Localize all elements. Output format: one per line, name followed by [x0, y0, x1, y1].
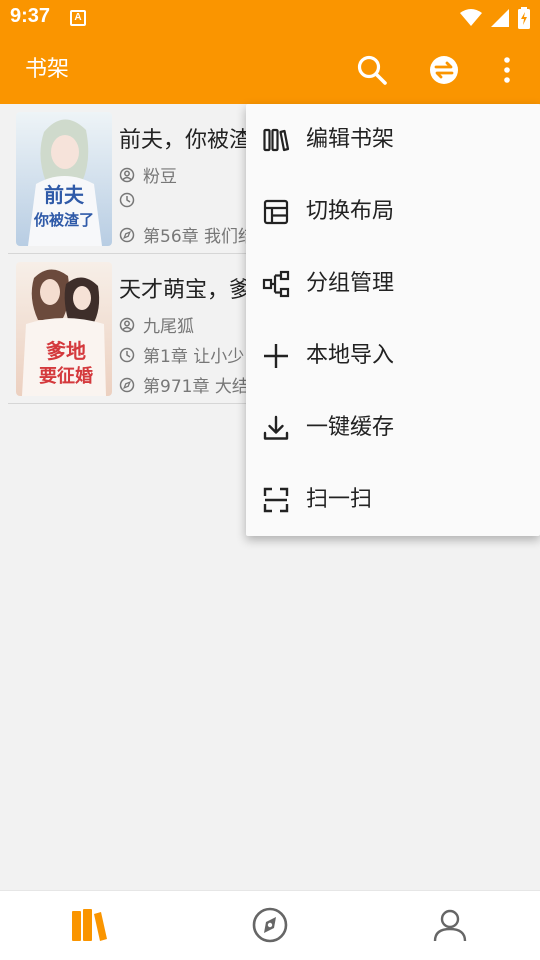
compass-small-icon: [119, 227, 135, 242]
download-icon: [263, 415, 289, 440]
menu-item-label: 本地导入: [306, 343, 395, 368]
status-time: 9:37: [10, 5, 51, 27]
author-icon: [119, 317, 135, 332]
status-bar: 9:37 A: [0, 0, 540, 36]
swap-button[interactable]: [426, 52, 462, 88]
signal-icon: [491, 9, 509, 27]
scan-icon: [263, 487, 289, 513]
battery-icon: [518, 7, 530, 29]
book-cover: 前夫 你被渣了: [16, 112, 112, 246]
book-cover: 爹地 要征婚: [16, 262, 112, 396]
book-cover-title: 前夫: [44, 183, 85, 207]
menu-item-label: 编辑书架: [306, 127, 395, 152]
bookshelf-icon: [72, 909, 107, 941]
book-title: 前夫，你被渣: [119, 128, 252, 153]
menu-item-cache-all[interactable]: 一键缓存: [246, 392, 540, 464]
author-name: 粉豆: [143, 167, 177, 187]
menu-item-scan[interactable]: 扫一扫: [246, 464, 540, 536]
compass-icon: [252, 907, 288, 943]
clock-icon: [119, 347, 135, 362]
nav-discover[interactable]: [250, 905, 290, 945]
wifi-icon: [460, 9, 482, 26]
layout-icon: [263, 199, 289, 225]
page-title: 书架: [25, 57, 70, 82]
menu-item-label: 切换布局: [306, 199, 395, 224]
bottom-nav: [0, 890, 540, 960]
compass-small-icon: [119, 377, 135, 392]
group-icon: [262, 270, 290, 298]
plus-icon: [264, 344, 288, 368]
menu-item-group-management[interactable]: 分组管理: [246, 248, 540, 320]
more-button[interactable]: [489, 52, 525, 88]
search-button[interactable]: [354, 52, 390, 88]
menu-item-switch-layout[interactable]: 切换布局: [246, 176, 540, 248]
swap-icon: [430, 56, 458, 84]
nav-bookshelf[interactable]: [69, 905, 109, 945]
menu-item-local-import[interactable]: 本地导入: [246, 320, 540, 392]
overflow-menu: 编辑书架 切换布局 分组管理 本地导入 一键缓存 扫一扫: [246, 104, 540, 536]
author-name: 九尾狐: [143, 317, 194, 337]
book-cover-subtitle: 要征婚: [39, 365, 93, 387]
menu-item-edit-bookshelf[interactable]: 编辑书架: [246, 104, 540, 176]
app-bar: 书架: [0, 36, 540, 104]
book-title: 天才萌宝，爹: [119, 278, 252, 303]
book-latest-chapter: 第971章 大结: [119, 372, 249, 397]
latest-chapter: 第56章 我们结: [143, 227, 256, 247]
last-read-chapter: 第1章 让小少: [143, 347, 245, 367]
menu-item-label: 分组管理: [306, 271, 395, 296]
book-last-read: [119, 192, 143, 208]
person-icon: [433, 909, 467, 942]
nav-profile[interactable]: [430, 905, 470, 945]
notification-icon: A: [70, 10, 86, 26]
author-icon: [119, 167, 135, 182]
search-icon: [357, 55, 387, 85]
book-author: 粉豆: [119, 162, 177, 187]
books-icon: [263, 128, 290, 152]
book-cover-title: 爹地: [46, 339, 86, 363]
more-vert-icon: [504, 57, 510, 83]
book-cover-subtitle: 你被渣了: [33, 211, 94, 229]
latest-chapter: 第971章 大结: [143, 377, 249, 397]
status-icons: [460, 6, 530, 30]
book-author: 九尾狐: [119, 312, 194, 337]
menu-item-label: 扫一扫: [306, 487, 373, 512]
clock-icon: [119, 192, 135, 208]
menu-item-label: 一键缓存: [306, 415, 395, 440]
book-latest-chapter: 第56章 我们结: [119, 222, 255, 247]
book-last-read: 第1章 让小少: [119, 342, 244, 367]
